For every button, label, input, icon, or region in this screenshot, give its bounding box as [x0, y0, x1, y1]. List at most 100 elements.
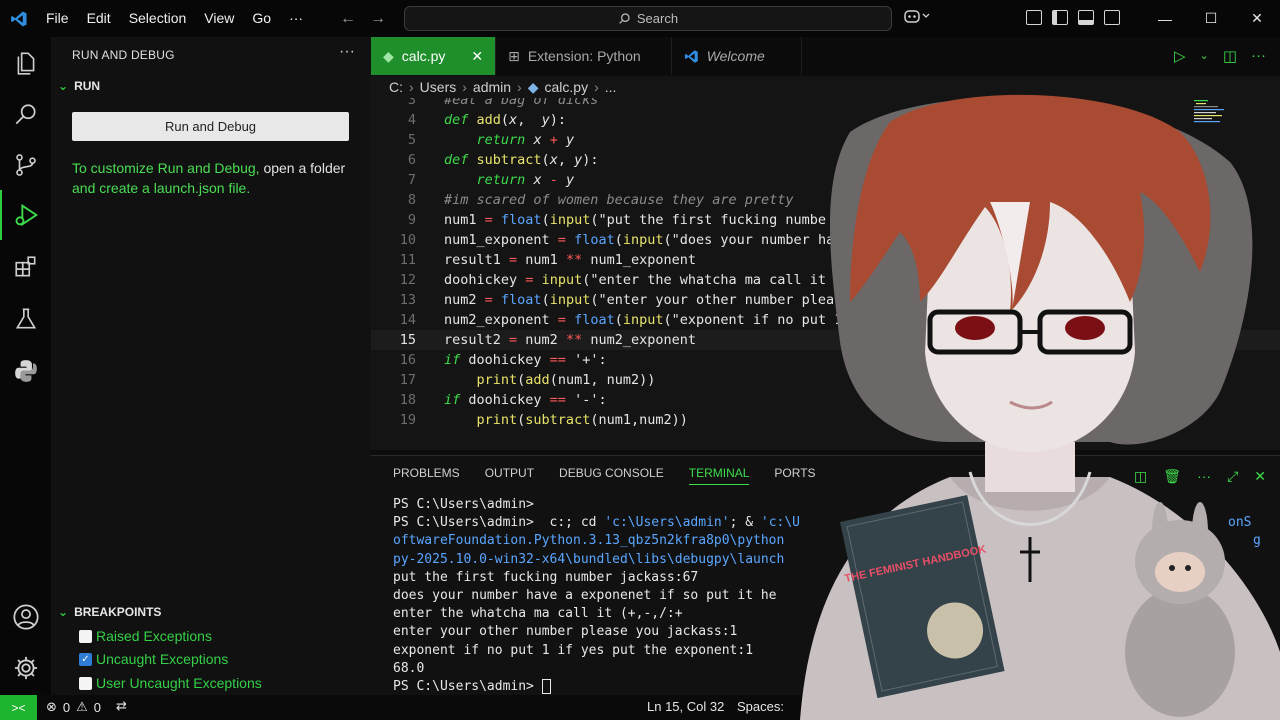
toggle-secondary-sidebar-icon[interactable]: [1104, 10, 1120, 25]
maximize-icon[interactable]: ☐: [1188, 0, 1234, 37]
editor-tabs: ◆ calc.py ✕ ⊞ Extension: Python Welcome: [371, 37, 1280, 75]
terminal-line: does your number have a exponenet if so …: [393, 587, 777, 603]
terminal-line: PS C:\Users\admin>: [393, 497, 534, 512]
window-controls: — ☐ ✕: [1142, 0, 1280, 37]
vscode-logo-icon: [684, 49, 698, 63]
terminal-line: oftwareFoundation.Python.3.13_qbz5n2kfra…: [393, 533, 1261, 549]
breadcrumb-more[interactable]: ...: [605, 79, 617, 95]
run-file-icon[interactable]: ▷: [1174, 47, 1186, 65]
tab-welcome[interactable]: Welcome: [672, 37, 802, 75]
chevron-right-icon: ›: [462, 79, 467, 95]
search-placeholder: Search: [636, 11, 679, 26]
tab-calc-py[interactable]: ◆ calc.py ✕: [371, 37, 497, 75]
back-arrow-icon[interactable]: ←: [340, 10, 356, 28]
terminal-line: put the first fucking number jackass:67: [393, 569, 699, 585]
tab-problems[interactable]: PROBLEMS: [393, 466, 460, 485]
breakpoint-user-uncaught-exceptions[interactable]: User Uncaught Exceptions: [79, 675, 262, 691]
terminal-line: enter your other number please you jacka…: [393, 624, 738, 640]
extensions-icon[interactable]: [0, 242, 51, 292]
launch-help-text: To customize Run and Debug, open a folde…: [72, 158, 362, 198]
warning-icon: ⚠: [76, 699, 88, 714]
toggle-panel-icon[interactable]: [1078, 10, 1094, 25]
breadcrumb-admin[interactable]: admin: [473, 79, 511, 95]
run-and-debug-button[interactable]: Run and Debug: [72, 112, 349, 141]
vtuber-avatar-overlay: THE FEMINIST HANDBOOK: [800, 94, 1280, 720]
tab-extension-python[interactable]: ⊞ Extension: Python: [496, 37, 672, 75]
menu-view[interactable]: View: [195, 0, 243, 37]
run-debug-icon[interactable]: [0, 190, 51, 240]
checkbox-unchecked[interactable]: [79, 676, 92, 690]
customize-layout-icon[interactable]: [1026, 10, 1042, 25]
menu-edit[interactable]: Edit: [78, 0, 120, 37]
remote-indicator-icon[interactable]: ><: [0, 695, 37, 720]
account-icon[interactable]: [0, 592, 51, 642]
sidebar-title: RUN AND DEBUG: [72, 48, 175, 62]
command-center-search[interactable]: Search: [404, 6, 892, 31]
breadcrumb-users[interactable]: Users: [420, 79, 457, 95]
layout-controls: [1026, 10, 1120, 25]
customize-link[interactable]: To customize Run and Debug,: [72, 160, 260, 176]
split-editor-icon[interactable]: ◫: [1223, 47, 1237, 65]
warning-count: 0: [93, 699, 102, 715]
python-file-icon: ◆: [383, 47, 394, 64]
panel-tabs: PROBLEMS OUTPUT DEBUG CONSOLE TERMINAL P…: [393, 466, 816, 485]
debug-launch-icon[interactable]: ⇄: [116, 698, 127, 714]
forward-arrow-icon[interactable]: →: [370, 10, 386, 28]
menu-go[interactable]: Go: [243, 0, 280, 37]
error-count: 0: [62, 699, 71, 715]
close-tab-icon[interactable]: ✕: [471, 48, 483, 65]
terminal-line: 68.0: [393, 660, 425, 676]
activity-bar: [0, 37, 51, 695]
search-icon[interactable]: [0, 90, 51, 140]
breakpoint-label: Raised Exceptions: [96, 628, 212, 644]
breakpoint-raised-exceptions[interactable]: Raised Exceptions: [79, 628, 212, 644]
source-control-icon[interactable]: [0, 140, 51, 190]
copilot-icon[interactable]: [904, 8, 930, 27]
terminal-output[interactable]: PS C:\Users\admin> PS C:\Users\admin> c:…: [393, 496, 1261, 696]
run-section-header[interactable]: ⌄ RUN: [58, 79, 100, 93]
close-window-icon[interactable]: ✕: [1234, 0, 1280, 37]
create-launch-json-link[interactable]: and create a launch.json file.: [72, 180, 250, 196]
settings-gear-icon[interactable]: [0, 643, 51, 693]
chevron-down-icon[interactable]: ⌄: [1200, 47, 1209, 65]
explorer-icon[interactable]: [0, 38, 51, 88]
breadcrumb-file[interactable]: calc.py: [545, 79, 589, 95]
chevron-right-icon: ›: [594, 79, 599, 95]
minimize-icon[interactable]: —: [1142, 0, 1188, 37]
testing-icon[interactable]: [0, 294, 51, 344]
terminal-line: py-2025.10.0-win32-x64\bundled\libs\debu…: [393, 551, 785, 567]
run-section-label: RUN: [74, 79, 101, 93]
help-text-part1: open a folder: [259, 160, 346, 176]
search-icon: [619, 13, 630, 24]
more-actions-icon[interactable]: ···: [339, 43, 355, 61]
checkbox-unchecked[interactable]: [79, 629, 92, 643]
more-actions-icon[interactable]: ···: [1251, 47, 1266, 65]
breakpoints-label: BREAKPOINTS: [74, 605, 162, 619]
indentation-status[interactable]: Spaces:: [737, 699, 784, 714]
error-icon: ⊗: [46, 699, 57, 714]
menu-selection[interactable]: Selection: [120, 0, 196, 37]
terminal-prompt: PS C:\Users\admin>: [393, 678, 800, 696]
cursor-position[interactable]: Ln 15, Col 32: [647, 699, 724, 714]
python-icon[interactable]: [0, 346, 51, 396]
chevron-down-icon: ⌄: [58, 79, 69, 93]
breakpoint-uncaught-exceptions[interactable]: ✓ Uncaught Exceptions: [79, 651, 228, 667]
nav-arrows: ← →: [340, 0, 386, 37]
menu-file[interactable]: File: [37, 0, 78, 37]
editor-actions: ▷ ⌄ ◫ ···: [1174, 47, 1266, 65]
tab-debug-console[interactable]: DEBUG CONSOLE: [559, 466, 664, 485]
checkbox-checked[interactable]: ✓: [79, 652, 92, 666]
tab-output[interactable]: OUTPUT: [485, 466, 534, 485]
menu-bar: File Edit Selection View Go ···: [37, 0, 312, 37]
terminal-cursor: [541, 678, 551, 694]
problems-status[interactable]: ⊗ 0 ⚠ 0: [46, 699, 101, 715]
run-debug-sidebar: RUN AND DEBUG ··· ⌄ RUN Run and Debug To …: [51, 37, 371, 695]
menu-more[interactable]: ···: [280, 0, 312, 37]
toggle-primary-sidebar-icon[interactable]: [1052, 10, 1068, 25]
terminal-line: enter the whatcha ma call it (+,-,/:+: [393, 606, 683, 622]
breadcrumb-drive[interactable]: C:: [389, 79, 403, 95]
tab-terminal[interactable]: TERMINAL: [688, 466, 750, 485]
extension-icon: ⊞: [508, 47, 520, 64]
breakpoint-label: User Uncaught Exceptions: [96, 675, 262, 691]
breakpoints-section-header[interactable]: ⌄ BREAKPOINTS: [58, 605, 161, 619]
